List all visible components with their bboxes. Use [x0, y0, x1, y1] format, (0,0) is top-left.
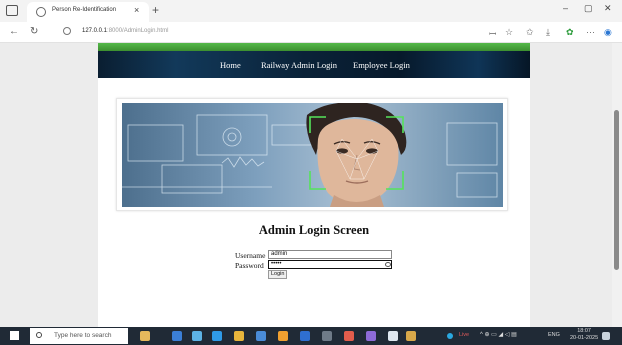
more-icon[interactable]: ··· [586, 27, 595, 37]
windows-start-icon[interactable] [10, 331, 19, 340]
scrollbar-thumb[interactable] [614, 110, 619, 270]
app-icon-4[interactable] [300, 331, 310, 341]
login-title: Admin Login Screen [258, 223, 370, 237]
password-value: ••••• [271, 261, 282, 267]
app-icon-5[interactable] [322, 331, 332, 341]
clock-date: 20-01-2025 [570, 335, 599, 341]
chrome-icon[interactable] [278, 331, 288, 341]
extensions-icon[interactable]: ✿ [566, 27, 574, 38]
tab-title: Person Re-Identification [52, 7, 117, 13]
site-nav: Home Railway Admin Login Employee Login [98, 51, 530, 78]
nav-employee-login[interactable]: Employee Login [353, 60, 410, 70]
app-icon-1[interactable] [172, 331, 182, 341]
app-icon-7[interactable] [366, 331, 376, 341]
search-placeholder: Type here to search [54, 332, 112, 339]
face-recognition-banner-image [122, 103, 503, 207]
close-window-icon[interactable]: ✕ [604, 3, 612, 14]
page-viewport: Home Railway Admin Login Employee Login [0, 43, 612, 327]
tab-actions-icon[interactable] [6, 5, 18, 16]
weather-icon[interactable] [447, 333, 453, 339]
scrollbar[interactable] [612, 43, 622, 327]
banner-frame [116, 98, 508, 211]
edge-icon[interactable] [212, 331, 222, 341]
read-aloud-icon[interactable]: ꟷ [489, 27, 496, 40]
clock[interactable]: 18:07 20-01-2025 [570, 328, 598, 342]
globe-icon [36, 7, 46, 17]
app-icon-3[interactable] [256, 331, 266, 341]
show-password-icon[interactable] [385, 262, 391, 267]
app-icon-6[interactable] [344, 331, 354, 341]
app-icon-8[interactable] [388, 331, 398, 341]
url-text[interactable]: 127.0.0.1:8000/AdminLogin.html [82, 28, 168, 34]
browser-tab-strip: Person Re-Identification × + – ▢ ✕ [0, 0, 622, 22]
downloads-icon[interactable]: ⤓ [546, 27, 550, 38]
url-bar[interactable]: 127.0.0.1:8000/AdminLogin.html [60, 24, 515, 40]
edge-copilot-icon[interactable]: ◉ [604, 27, 612, 38]
address-bar-row: ← ↻ 127.0.0.1:8000/AdminLogin.html ꟷ ☆ ✩… [0, 22, 622, 43]
username-label: Username [235, 251, 266, 260]
taskbar: Type here to search Live ^ ⊕ ▭ ◢ ◁ ▤ ENG… [0, 327, 622, 345]
nav-railway-admin-login[interactable]: Railway Admin Login [261, 60, 337, 70]
site-container: Home Railway Admin Login Employee Login [98, 43, 530, 327]
back-icon[interactable]: ← [9, 26, 19, 37]
system-tray-icons[interactable]: ^ ⊕ ▭ ◢ ◁ ▤ [480, 331, 517, 338]
refresh-icon[interactable]: ↻ [30, 26, 38, 37]
username-field[interactable]: admin [268, 250, 392, 259]
file-explorer-icon[interactable] [234, 331, 244, 341]
top-green-bar [98, 43, 530, 51]
info-icon[interactable] [63, 27, 71, 35]
app-icon-9[interactable] [406, 331, 416, 341]
favorite-icon[interactable]: ☆ [505, 27, 513, 38]
live-badge[interactable]: Live [459, 332, 469, 338]
close-tab-icon[interactable]: × [134, 5, 139, 15]
language-indicator[interactable]: ENG [548, 332, 560, 338]
password-label: Password [235, 261, 264, 270]
taskbar-search[interactable]: Type here to search [30, 328, 128, 344]
nav-home[interactable]: Home [220, 60, 241, 70]
minimize-icon[interactable]: – [563, 3, 568, 13]
widgets-icon[interactable] [140, 331, 150, 341]
collections-icon[interactable]: ✩ [526, 27, 534, 38]
search-icon [36, 332, 42, 338]
notifications-icon[interactable] [602, 332, 610, 340]
app-icon-2[interactable] [192, 331, 202, 341]
login-button[interactable]: Login [268, 270, 288, 279]
clock-time: 18:07 [577, 328, 591, 334]
maximize-icon[interactable]: ▢ [584, 3, 593, 14]
browser-tab[interactable]: Person Re-Identification × [27, 2, 149, 22]
password-field[interactable]: ••••• [268, 260, 392, 269]
new-tab-button[interactable]: + [152, 3, 159, 17]
